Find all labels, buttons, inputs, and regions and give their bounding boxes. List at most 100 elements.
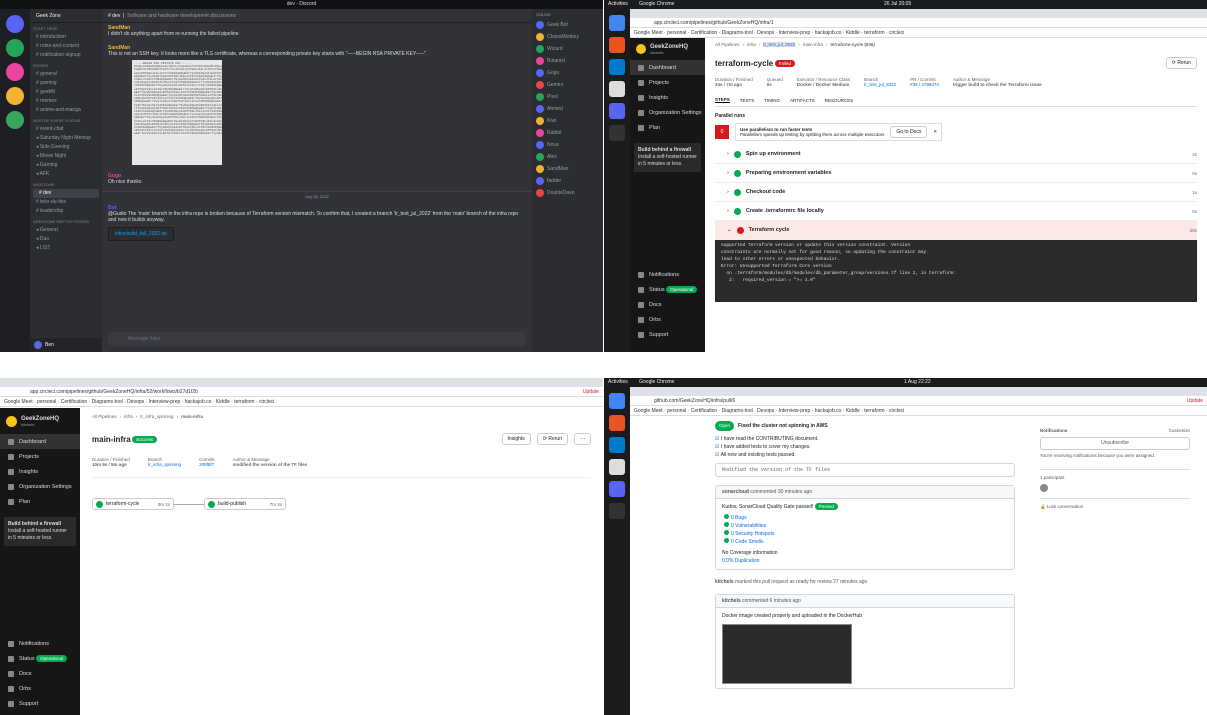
channel-anime[interactable]: # anime-and-manga — [30, 106, 102, 115]
category-web-zone[interactable]: Web Zone — [30, 179, 102, 189]
firefox-icon[interactable] — [609, 37, 625, 53]
channel-general[interactable]: # general — [30, 70, 102, 79]
chrome-icon[interactable] — [609, 15, 625, 31]
voice-channel[interactable]: ◂ Duo — [30, 235, 102, 244]
channel-memes[interactable]: # memes — [30, 97, 102, 106]
crumb-project[interactable]: infra — [747, 42, 756, 47]
lock-conversation[interactable]: 🔒 Lock conversation — [1040, 498, 1190, 510]
crumb-project[interactable]: infra — [124, 414, 133, 419]
tab-timing[interactable]: TIMING — [764, 98, 780, 103]
member[interactable]: Geek Bot — [532, 19, 603, 31]
server-icon[interactable] — [6, 39, 24, 57]
nav-plan[interactable]: Plan — [0, 494, 80, 509]
nav-notifications[interactable]: Notifications — [630, 267, 705, 282]
member[interactable]: Wizard — [532, 43, 603, 55]
voice-channel[interactable]: ◂ Side Evening — [30, 143, 102, 152]
category-meetup[interactable]: Meetup Event Rooms — [30, 115, 102, 125]
add-server-icon[interactable] — [6, 111, 24, 129]
checklist-item[interactable]: ☑ All new and existing tests passed. — [715, 451, 1015, 459]
event-author[interactable]: kitchels — [715, 579, 734, 585]
nav-org-settings[interactable]: Organization Settings — [0, 479, 80, 494]
tab-resources[interactable]: RESOURCES — [825, 98, 854, 103]
checklist-item[interactable]: ☑ I have added tests to cover my changes… — [715, 443, 1015, 451]
files-icon[interactable] — [609, 459, 625, 475]
bookmark[interactable]: terraform — [864, 30, 884, 36]
tab-artifacts[interactable]: ARTIFACTS — [790, 98, 815, 103]
category-start-here[interactable]: Start Here — [30, 23, 102, 33]
bookmark[interactable]: hackajob.co — [185, 399, 212, 405]
voice-channel[interactable]: ◂ Saturday Night Meetup — [30, 134, 102, 143]
bookmark[interactable]: Certification — [691, 408, 717, 414]
crumb-workflow[interactable]: main-infra — [803, 42, 823, 47]
bookmark[interactable]: Kiddle — [846, 408, 860, 414]
run-0-failed[interactable]: 0 — [715, 125, 729, 139]
nav-orbs[interactable]: Orbs — [0, 681, 80, 696]
channel-geekfit[interactable]: # geekfit — [30, 88, 102, 97]
attachment[interactable]: infra-build_fail_2022.txt — [102, 225, 532, 243]
nav-org-settings[interactable]: Organization Settings — [630, 105, 705, 120]
member[interactable]: Alex — [532, 151, 603, 163]
bookmark[interactable]: hackajob.co — [815, 30, 842, 36]
address-bar[interactable]: app.circleci.com/pipelines/github/GeekZo… — [630, 18, 1207, 28]
sonar-link[interactable]: 0 Security Hotspots — [731, 531, 774, 537]
chrome-icon[interactable] — [609, 393, 625, 409]
bookmark[interactable]: circleci — [889, 30, 904, 36]
meta-branch-link[interactable]: tr_test_jul_2022 — [864, 82, 896, 87]
apps-grid-icon[interactable] — [609, 503, 625, 519]
member[interactable]: Nova — [532, 139, 603, 151]
checklist-item[interactable]: ☑ I have read the CONTRIBUTING document. — [715, 435, 1015, 443]
org-switcher[interactable]: GeekZoneHQ kitchels — [0, 408, 80, 434]
tab-tests[interactable]: TESTS — [740, 98, 755, 103]
sonar-link[interactable]: 0 Code Smells — [731, 539, 764, 545]
channel-leadership[interactable]: # leadership — [30, 207, 102, 216]
member[interactable]: Pixel — [532, 91, 603, 103]
channel-notification-signup[interactable]: # notification-signup — [30, 51, 102, 60]
category-meetup-rooms[interactable]: Geekzone Meetup Rooms — [30, 216, 102, 226]
rerun-button[interactable]: ⟳ Rerun — [536, 433, 568, 445]
member[interactable]: SandMan — [532, 163, 603, 175]
bookmark[interactable]: Diagrams-tool — [722, 408, 753, 414]
channel-gaming[interactable]: # gaming — [30, 79, 102, 88]
server-name[interactable]: Geek Zone — [30, 9, 102, 23]
bookmark[interactable]: Diagrams-tool — [92, 399, 123, 405]
unsubscribe-button[interactable]: Unsubscribe — [1040, 437, 1190, 450]
insights-button[interactable]: Insights — [501, 433, 531, 445]
commit-link[interactable]: 4799d74 — [921, 82, 939, 87]
files-icon[interactable] — [609, 81, 625, 97]
bookmark[interactable]: Google Meet — [634, 408, 663, 414]
nav-status[interactable]: Status Operational — [630, 282, 705, 297]
vscode-icon[interactable] — [609, 59, 625, 75]
firefox-icon[interactable] — [609, 415, 625, 431]
checkbox-checked-icon[interactable]: ☑ — [715, 452, 719, 458]
member[interactable]: Botanist — [532, 55, 603, 67]
address-bar[interactable]: app.circleci.com/pipelines/github/GeekZo… — [0, 387, 603, 397]
more-icon[interactable]: ··· — [574, 433, 591, 445]
step-row[interactable]: › Spin up environment 2s — [715, 145, 1197, 164]
comment-author[interactable]: sonarcloud — [722, 489, 749, 495]
bookmark[interactable]: Kiddle — [846, 30, 860, 36]
bookmark[interactable]: Certification — [61, 399, 87, 405]
crumb-branch[interactable]: tr_test_jul_2022 — [763, 42, 796, 47]
bookmark[interactable]: Google Meet — [634, 30, 663, 36]
nav-projects[interactable]: Projects — [0, 449, 80, 464]
channel-teks[interactable]: # teks-du-this — [30, 198, 102, 207]
crumb-branch[interactable]: tr_infra_spinning — [140, 414, 173, 419]
bookmark[interactable]: Diagrams-tool — [722, 30, 753, 36]
step-row[interactable]: › Preparing environment variables 0s — [715, 164, 1197, 183]
bookmark[interactable]: terraform — [234, 399, 254, 405]
nav-insights[interactable]: Insights — [630, 90, 705, 105]
discord-icon[interactable] — [609, 103, 625, 119]
bookmark[interactable]: Certification — [691, 30, 717, 36]
avatar[interactable] — [1040, 484, 1048, 492]
tab-strip[interactable] — [630, 387, 1207, 396]
rerun-button[interactable]: ⟳ Rerun — [1165, 57, 1197, 69]
update-button[interactable]: Update — [583, 387, 599, 397]
bookmark[interactable]: hackajob.co — [815, 408, 842, 414]
member[interactable]: DoubleDave — [532, 187, 603, 199]
org-switcher[interactable]: GeekZoneHQ kitchels — [630, 38, 705, 60]
screenshot-image[interactable] — [722, 624, 852, 684]
member[interactable]: fadder — [532, 175, 603, 187]
duplication-link[interactable]: 0.0% Duplication — [722, 558, 760, 564]
nav-insights[interactable]: Insights — [0, 464, 80, 479]
bookmark[interactable]: personal — [37, 399, 56, 405]
